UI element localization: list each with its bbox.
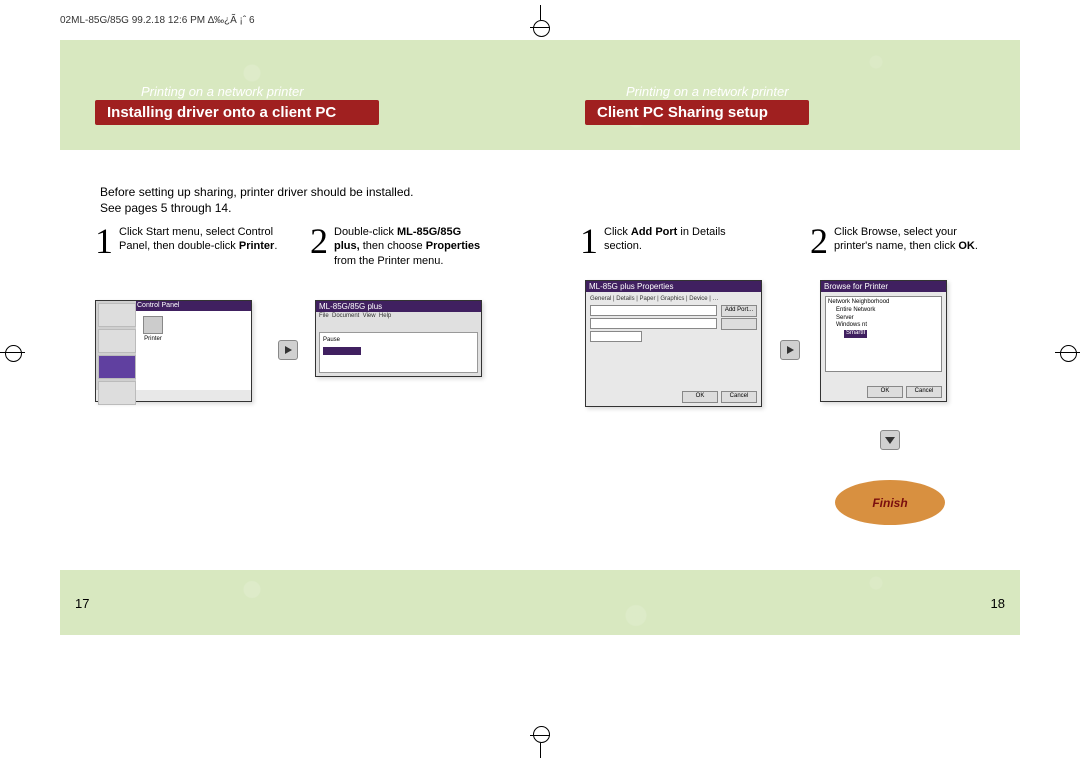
intro-line-1: Before setting up sharing, printer drive… xyxy=(100,185,414,199)
printer-icon: Printer xyxy=(139,314,167,344)
step-number: 1 xyxy=(95,225,113,257)
control-panel-window: Control Panel Printer xyxy=(136,301,251,390)
cancel-button: Cancel xyxy=(906,386,942,398)
arrow-down-icon xyxy=(880,430,900,450)
left-step-2: 2 Double-click ML-85G/85G plus, then cho… xyxy=(310,225,480,268)
tab-row: General | Details | Paper | Graphics | D… xyxy=(590,296,757,302)
left-step-1: 1 Click Start menu, select Control Panel… xyxy=(95,225,277,257)
page-number-right: 18 xyxy=(991,596,1005,611)
ok-button: OK xyxy=(682,391,718,403)
step-text: Click Add Port in Details section. xyxy=(604,225,726,254)
finish-badge: Finish xyxy=(835,480,945,525)
left-section-title: Installing driver onto a client PC xyxy=(95,100,379,125)
step-number: 2 xyxy=(810,225,828,257)
new-driver-button xyxy=(721,318,757,330)
page-number-left: 17 xyxy=(75,596,89,611)
add-port-button: Add Port... xyxy=(721,305,757,317)
crop-mark-bottom-h xyxy=(530,735,550,736)
tree-node: Network Neighborhood xyxy=(828,299,939,307)
step-text: Double-click ML-85G/85G plus, then choos… xyxy=(334,225,480,268)
arrow-right-icon xyxy=(780,340,800,360)
step-number: 2 xyxy=(310,225,328,257)
window-titlebar: ML-85G plus Properties xyxy=(586,281,761,292)
bottom-decorative-band xyxy=(60,570,1020,635)
printer-icon-label: Printer xyxy=(139,336,167,342)
screenshot-printer-properties-menu: ML-85G/85G plus File Document View Help … xyxy=(315,300,482,377)
left-section-caption: Printing on a network printer xyxy=(135,82,310,101)
sidebar-cell xyxy=(98,303,136,327)
intro-line-2: See pages 5 through 14. xyxy=(100,201,231,215)
sidebar-cell-selected xyxy=(98,355,136,379)
sidebar-cell xyxy=(98,329,136,353)
step-number: 1 xyxy=(580,225,598,257)
crop-mark-top xyxy=(540,5,541,20)
tree-node: Windows nt xyxy=(828,322,939,330)
ok-button: OK xyxy=(867,386,903,398)
crop-mark-bottom xyxy=(540,743,541,758)
document-header: 02ML-85G/85G 99.2.18 12:6 PM ∆‰¿Ã ¡ˆ 6 xyxy=(60,15,255,26)
crop-mark-top-h xyxy=(530,27,550,28)
screenshot-control-panel: Control Panel Printer xyxy=(95,300,252,402)
crop-mark-right xyxy=(1055,340,1080,365)
right-step-1: 1 Click Add Port in Details section. xyxy=(580,225,726,257)
taskbar-sidebar xyxy=(96,301,136,390)
window-titlebar: ML-85G/85G plus xyxy=(316,301,481,312)
right-section-title: Client PC Sharing setup xyxy=(585,100,809,125)
arrow-right-icon xyxy=(278,340,298,360)
right-section-caption: Printing on a network printer xyxy=(620,82,795,101)
intro-paragraph: Before setting up sharing, printer drive… xyxy=(100,185,520,216)
window-titlebar: Control Panel xyxy=(136,301,251,311)
screenshot-properties-details: ML-85G plus Properties General | Details… xyxy=(585,280,762,407)
crop-mark-left xyxy=(0,340,25,365)
menu-dropdown: Pause xyxy=(319,332,478,373)
tree-node: Entire Network xyxy=(828,307,939,315)
step-text: Click Browse, select your printer's name… xyxy=(834,225,978,254)
step-text: Click Start menu, select Control Panel, … xyxy=(119,225,277,254)
network-tree: Network Neighborhood Entire Network Serv… xyxy=(825,296,942,372)
tree-node-selected: SmartII xyxy=(844,330,867,338)
right-step-2: 2 Click Browse, select your printer's na… xyxy=(810,225,978,257)
sidebar-cell xyxy=(98,381,136,405)
cancel-button: Cancel xyxy=(721,391,757,403)
properties-highlight xyxy=(323,347,361,355)
window-titlebar: Browse for Printer xyxy=(821,281,946,292)
screenshot-browse-printer: Browse for Printer Network Neighborhood … xyxy=(820,280,947,402)
tree-node: Server xyxy=(828,315,939,323)
